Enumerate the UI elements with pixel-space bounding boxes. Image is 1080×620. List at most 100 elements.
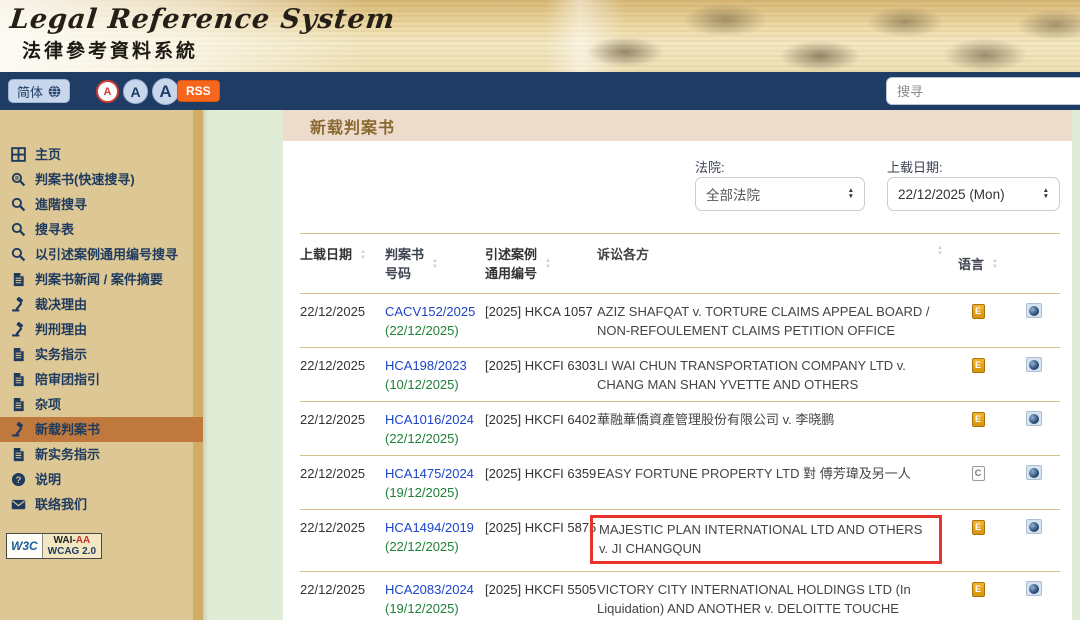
sort-icon[interactable]: ▲▼ <box>545 258 551 270</box>
sidebar-item-13[interactable]: ?说明 <box>0 467 203 492</box>
doc-icon <box>10 397 26 413</box>
sidebar-item-2[interactable]: 進階搜寻 <box>0 192 203 217</box>
header-parties: 诉讼各方 ▲▼ <box>597 245 949 283</box>
judgment-date: (22/12/2025) <box>385 537 485 556</box>
table-row: 22/12/2025HCA198/2023(10/12/2025)[2025] … <box>300 348 1060 402</box>
case-number-link[interactable]: HCA1475/2024 <box>385 464 485 483</box>
sidebar-item-4[interactable]: 以引述案例通用编号搜寻 <box>0 242 203 267</box>
sort-icon[interactable]: ▲▼ <box>992 258 998 270</box>
english-judgment-icon[interactable]: E <box>972 520 985 535</box>
wcag-text: WAI-AA WCAG 2.0 <box>43 534 101 558</box>
sidebar-item-label: 裁决理由 <box>35 296 87 313</box>
judgment-date: (19/12/2025) <box>385 599 485 618</box>
cell-language: E <box>949 410 1007 448</box>
sidebar-nav: 主页判案书(快速搜寻) 進階搜寻搜寻表以引述案例通用编号搜寻判案书新闻 / 案件摘… <box>0 110 203 517</box>
table-header-row: 上载日期▲▼ 判案书号码 ▲▼ 引述案例通用编号 ▲▼ 诉讼各方 ▲ <box>300 233 1060 294</box>
cell-language: E <box>949 580 1007 620</box>
sidebar-item-14[interactable]: 联络我们 <box>0 492 203 517</box>
cell-parties: 華融華僑資產管理股份有限公司 v. 李晓鹏 <box>597 410 949 448</box>
font-size-medium-button[interactable]: A <box>123 79 148 104</box>
sidebar-item-6[interactable]: 裁决理由 <box>0 292 203 317</box>
sidebar-item-label: 联络我们 <box>35 496 87 513</box>
chinese-judgment-icon[interactable]: C <box>972 466 985 481</box>
date-filter-label: 上载日期: <box>887 157 943 176</box>
font-size-small-button[interactable]: A <box>96 80 119 103</box>
sort-icon[interactable]: ▲▼ <box>432 258 438 270</box>
cell-actions <box>1007 518 1060 564</box>
sidebar-item-3[interactable]: 搜寻表 <box>0 217 203 242</box>
cell-parties: EASY FORTUNE PROPERTY LTD 對 傅芳瑋及另一人 <box>597 464 949 502</box>
globe-doc-icon[interactable] <box>1026 581 1042 596</box>
case-number-link[interactable]: HCA198/2023 <box>385 356 485 375</box>
parties-text: LI WAI CHUN TRANSPORTATION COMPANY LTD v… <box>597 356 949 394</box>
globe-doc-icon[interactable] <box>1026 303 1042 318</box>
sidebar-item-12[interactable]: 新实务指示 <box>0 442 203 467</box>
page-title-bar: 新载判案书 <box>283 110 1072 141</box>
cell-actions <box>1007 580 1060 620</box>
case-number-link[interactable]: CACV152/2025 <box>385 302 485 321</box>
search-icon <box>10 197 26 213</box>
search-icon <box>10 222 26 238</box>
globe-doc-icon[interactable] <box>1026 411 1042 426</box>
english-judgment-icon[interactable]: E <box>972 582 985 597</box>
sidebar-item-10[interactable]: 杂项 <box>0 392 203 417</box>
sidebar-item-label: 新载判案书 <box>35 421 100 438</box>
case-number-link[interactable]: HCA2083/2024 <box>385 580 485 599</box>
cell-case-no: CACV152/2025(22/12/2025) <box>385 302 485 340</box>
english-judgment-icon[interactable]: E <box>972 358 985 373</box>
cell-upload-date: 22/12/2025 <box>300 356 385 394</box>
cell-parties: LI WAI CHUN TRANSPORTATION COMPANY LTD v… <box>597 356 949 394</box>
sort-icon[interactable]: ▲▼ <box>937 245 943 283</box>
sidebar-item-9[interactable]: 陪审团指引 <box>0 367 203 392</box>
sidebar-item-label: 实务指示 <box>35 346 87 363</box>
table-row: 22/12/2025HCA1016/2024(22/12/2025)[2025]… <box>300 402 1060 456</box>
sidebar-item-label: 搜寻表 <box>35 221 74 238</box>
english-judgment-icon[interactable]: E <box>972 412 985 427</box>
cell-actions <box>1007 356 1060 394</box>
sidebar-item-label: 说明 <box>35 471 61 488</box>
cell-upload-date: 22/12/2025 <box>300 580 385 620</box>
parties-text: AZIZ SHAFQAT v. TORTURE CLAIMS APPEAL BO… <box>597 302 949 340</box>
sidebar-item-11-active[interactable]: 新载判案书 <box>0 417 203 442</box>
cell-parties: VICTORY CITY INTERNATIONAL HOLDINGS LTD … <box>597 580 949 620</box>
sidebar-item-label: 新实务指示 <box>35 446 100 463</box>
sidebar-item-label: 判刑理由 <box>35 321 87 338</box>
rss-button[interactable]: RSS <box>177 80 220 102</box>
wcag-badge[interactable]: W3C WAI-AA WCAG 2.0 <box>6 533 102 559</box>
court-filter-select[interactable]: 全部法院 ▲▼ <box>695 177 865 211</box>
sidebar-item-label: 進階搜寻 <box>35 196 87 213</box>
sidebar-item-0[interactable]: 主页 <box>0 142 203 167</box>
globe-doc-icon[interactable] <box>1026 465 1042 480</box>
main-content: 新载判案书 法院: 全部法院 ▲▼ 上载日期: 22/12/2025 (Mon)… <box>283 110 1072 620</box>
sidebar-item-1[interactable]: 判案书(快速搜寻) <box>0 167 203 192</box>
sidebar-item-8[interactable]: 实务指示 <box>0 342 203 367</box>
table-row: 22/12/2025HCA1475/2024(19/12/2025)[2025]… <box>300 456 1060 510</box>
cell-parties: MAJESTIC PLAN INTERNATIONAL LTD AND OTHE… <box>597 518 949 564</box>
gavel-icon <box>10 322 26 338</box>
judgment-date: (10/12/2025) <box>385 375 485 394</box>
sort-icon[interactable]: ▲▼ <box>360 249 366 261</box>
language-toggle-button[interactable]: 简体 <box>8 79 70 103</box>
parties-text-wrap: LI WAI CHUN TRANSPORTATION COMPANY LTD v… <box>597 356 949 394</box>
case-number-link[interactable]: HCA1016/2024 <box>385 410 485 429</box>
header-upload-date: 上载日期▲▼ <box>300 245 385 283</box>
doc-icon <box>10 272 26 288</box>
filters: 法院: 全部法院 ▲▼ 上载日期: 22/12/2025 (Mon) ▲▼ <box>283 141 1072 233</box>
english-judgment-icon[interactable]: E <box>972 304 985 319</box>
case-number-link[interactable]: HCA1494/2019 <box>385 518 485 537</box>
doc-icon <box>10 347 26 363</box>
sidebar-item-7[interactable]: 判刑理由 <box>0 317 203 342</box>
header-case-no: 判案书号码 ▲▼ <box>385 245 485 283</box>
cell-citation: [2025] HKCA 1057 <box>485 302 597 340</box>
grid-icon <box>10 147 26 163</box>
date-filter-select[interactable]: 22/12/2025 (Mon) ▲▼ <box>887 177 1060 211</box>
search-input[interactable] <box>886 77 1080 105</box>
globe-doc-icon[interactable] <box>1026 357 1042 372</box>
sidebar-item-label: 判案书(快速搜寻) <box>35 171 135 188</box>
font-size-large-button[interactable]: A <box>152 78 179 105</box>
sidebar: 主页判案书(快速搜寻) 進階搜寻搜寻表以引述案例通用编号搜寻判案书新闻 / 案件摘… <box>0 110 203 620</box>
gavel-icon <box>10 297 26 313</box>
sidebar-item-5[interactable]: 判案书新闻 / 案件摘要 <box>0 267 203 292</box>
cell-citation: [2025] HKCFI 6359 <box>485 464 597 502</box>
globe-doc-icon[interactable] <box>1026 519 1042 534</box>
